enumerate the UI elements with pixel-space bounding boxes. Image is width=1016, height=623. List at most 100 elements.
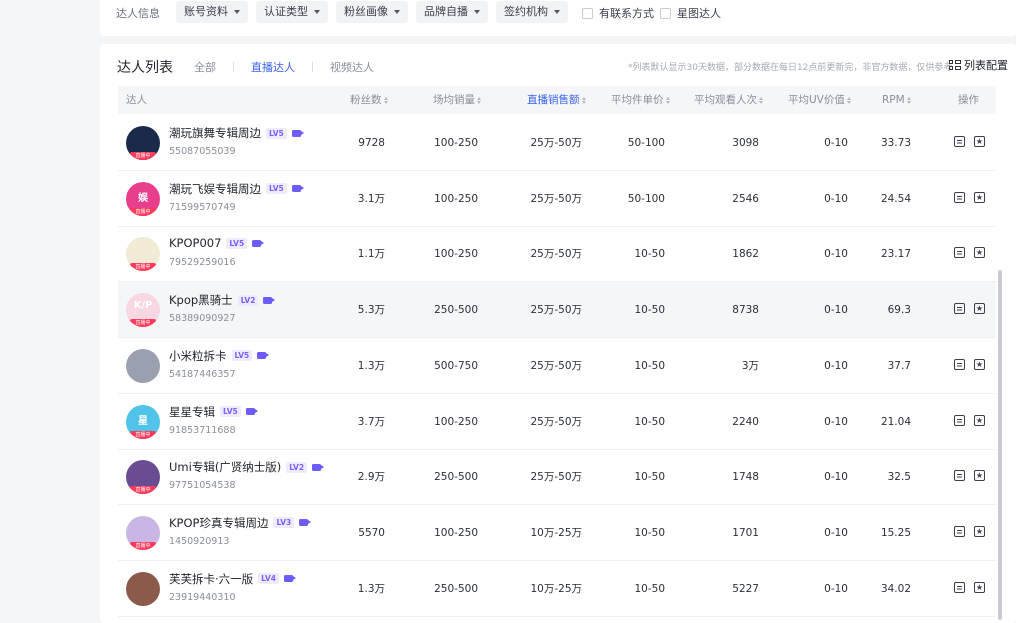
detail-icon[interactable] — [954, 191, 965, 203]
sort-icon — [665, 96, 670, 104]
favorite-icon[interactable]: ★ — [974, 191, 985, 203]
table-row[interactable]: 直播中 KPOP007 LV5 79529259016 1.1万 100-250… — [118, 226, 996, 283]
live-badge: 直播中 — [130, 263, 156, 272]
col-uv-value[interactable]: 平均UV价值 — [788, 86, 851, 114]
fans-value: 1.3万 — [357, 359, 385, 372]
favorite-icon[interactable]: ★ — [974, 414, 985, 426]
unit-price-value: 10-50 — [634, 526, 665, 539]
favorite-icon[interactable]: ★ — [974, 581, 985, 593]
detail-icon[interactable] — [954, 358, 965, 370]
viewers-value: 2546 — [732, 192, 759, 205]
detail-icon[interactable] — [954, 470, 965, 482]
favorite-icon[interactable]: ★ — [974, 136, 985, 147]
creator-list-card: 达人列表 全部 直播达人 视频达人 *列表默认显示30天数据，部分数据在每日12… — [100, 44, 1016, 623]
tab-video-creators[interactable]: 视频达人 — [330, 59, 374, 75]
table-row[interactable]: 星直播中 星星专辑 LV5 91853711688 3.7万 100-250 2… — [118, 394, 996, 450]
col-rpm[interactable]: RPM — [882, 86, 911, 114]
creator-name[interactable]: 潮玩旗舞专辑周边 — [169, 125, 261, 141]
favorite-icon[interactable]: ★ — [974, 303, 985, 315]
sort-icon — [581, 96, 586, 104]
unit-price-value: 10-50 — [634, 415, 665, 428]
live-camera-icon — [291, 185, 304, 193]
avatar[interactable]: 直播中 — [126, 460, 160, 495]
viewers-value: 3098 — [732, 137, 759, 149]
favorite-icon[interactable]: ★ — [974, 358, 985, 370]
creator-name[interactable]: 潮玩飞娱专辑周边 — [169, 181, 261, 197]
table-row[interactable]: 直播中 潮玩旗舞专辑周边 LV5 55087055039 9728 100-25… — [118, 115, 996, 171]
creator-id: 54187446357 — [169, 368, 236, 380]
creator-name[interactable]: 小米粒拆卡 — [169, 348, 227, 364]
table-row[interactable]: 娱直播中 潮玩飞娱专辑周边 LV5 71599570749 3.1万 100-2… — [118, 171, 996, 227]
col-viewers[interactable]: 平均观看人次 — [694, 86, 763, 114]
fans-value: 1.1万 — [357, 248, 385, 261]
col-live-gmv[interactable]: 直播销售额 — [527, 86, 586, 114]
table-row[interactable]: 芙芙拆卡·六一版 LV4 23919440310 1.3万 250-500 10… — [118, 561, 996, 617]
rpm-value: 37.7 — [887, 359, 911, 372]
col-label: 平均件单价 — [611, 94, 664, 106]
checkbox-label: 星图达人 — [677, 7, 721, 20]
uv-value: 0-10 — [824, 415, 848, 428]
chevron-down-icon — [314, 10, 320, 14]
xingtu-creator-checkbox[interactable]: 星图达人 — [660, 5, 721, 21]
creator-name[interactable]: KPOP007 — [169, 236, 221, 250]
avg-sales-value: 100-250 — [434, 526, 478, 539]
avatar[interactable]: 直播中 — [126, 126, 160, 160]
unit-price-value: 10-50 — [634, 582, 665, 595]
tab-live-creators[interactable]: 直播达人 — [251, 59, 295, 75]
favorite-icon[interactable]: ★ — [974, 470, 985, 482]
brand-self-live-dropdown[interactable]: 品牌自播 — [416, 1, 488, 23]
checkbox-box[interactable] — [582, 7, 593, 19]
creator-name[interactable]: 星星专辑 — [169, 404, 215, 420]
table-row[interactable]: 直播中 KPOP珍真专辑周边 LV3 1450920913 5570 100-2… — [118, 505, 996, 561]
col-fans[interactable]: 粉丝数 — [350, 86, 388, 114]
detail-icon[interactable] — [954, 303, 965, 315]
agency-dropdown[interactable]: 签约机构 — [496, 1, 568, 23]
col-avg-sales[interactable]: 场均销量 — [433, 86, 481, 114]
sort-icon — [759, 96, 763, 104]
avatar[interactable]: 娱直播中 — [126, 181, 160, 216]
avg-sales-value: 100-250 — [434, 192, 478, 205]
table-row[interactable]: 小米粒拆卡 LV5 54187446357 1.3万 500-750 25万-5… — [118, 338, 996, 394]
col-label: 达人 — [126, 94, 147, 106]
favorite-icon[interactable]: ★ — [974, 525, 985, 537]
favorite-icon[interactable]: ★ — [974, 247, 985, 259]
live-badge: 直播中 — [130, 541, 156, 550]
table-row[interactable]: 直播中 Umi专辑(广贤纳士版) LV2 97751054538 2.9万 25… — [118, 449, 996, 506]
avatar[interactable] — [126, 348, 160, 383]
fan-profile-dropdown[interactable]: 粉丝画像 — [336, 1, 408, 23]
level-badge: LV2 — [286, 461, 308, 473]
detail-icon[interactable] — [954, 581, 965, 593]
scrollbar[interactable] — [998, 270, 1002, 620]
col-unit-price[interactable]: 平均件单价 — [611, 86, 670, 114]
creator-name[interactable]: Umi专辑(广贤纳士版) — [169, 459, 281, 475]
avatar[interactable]: K/P 直播中 — [126, 293, 160, 328]
verification-type-dropdown[interactable]: 认证类型 — [256, 1, 328, 23]
column-config-button[interactable]: 列表配置 — [949, 57, 1008, 73]
creator-name[interactable]: KPOP珍真专辑周边 — [169, 515, 268, 531]
account-profile-dropdown[interactable]: 账号资料 — [176, 1, 248, 23]
dropdown-label: 粉丝画像 — [344, 5, 388, 18]
avatar[interactable]: 星直播中 — [126, 404, 160, 439]
gmv-value: 25万-50万 — [530, 471, 582, 484]
detail-icon[interactable] — [954, 414, 965, 426]
avatar[interactable]: 直播中 — [126, 237, 160, 272]
creator-id: 79529259016 — [169, 257, 236, 269]
creator-name[interactable]: Kpop黑骑士 — [169, 292, 233, 308]
detail-icon[interactable] — [954, 136, 965, 147]
creator-name[interactable]: 芙芙拆卡·六一版 — [169, 571, 253, 587]
avatar[interactable] — [126, 571, 160, 606]
checkbox-box[interactable] — [660, 7, 671, 19]
detail-icon[interactable] — [954, 525, 965, 537]
has-contact-checkbox[interactable]: 有联系方式 — [582, 5, 654, 21]
level-badge: LV4 — [258, 573, 279, 585]
col-ops: 操作 — [958, 86, 979, 114]
rpm-value: 23.17 — [880, 248, 911, 261]
creator-id: 91853711688 — [169, 424, 236, 436]
avatar[interactable]: 直播中 — [126, 515, 160, 550]
gmv-value: 25万-50万 — [530, 304, 582, 317]
tab-all[interactable]: 全部 — [194, 59, 216, 75]
col-label: RPM — [882, 94, 905, 106]
table-row[interactable]: K/P 直播中 Kpop黑骑士 LV2 58389090927 5.3万 250-… — [118, 282, 996, 339]
unit-price-value: 10-50 — [634, 304, 665, 317]
detail-icon[interactable] — [954, 247, 965, 259]
